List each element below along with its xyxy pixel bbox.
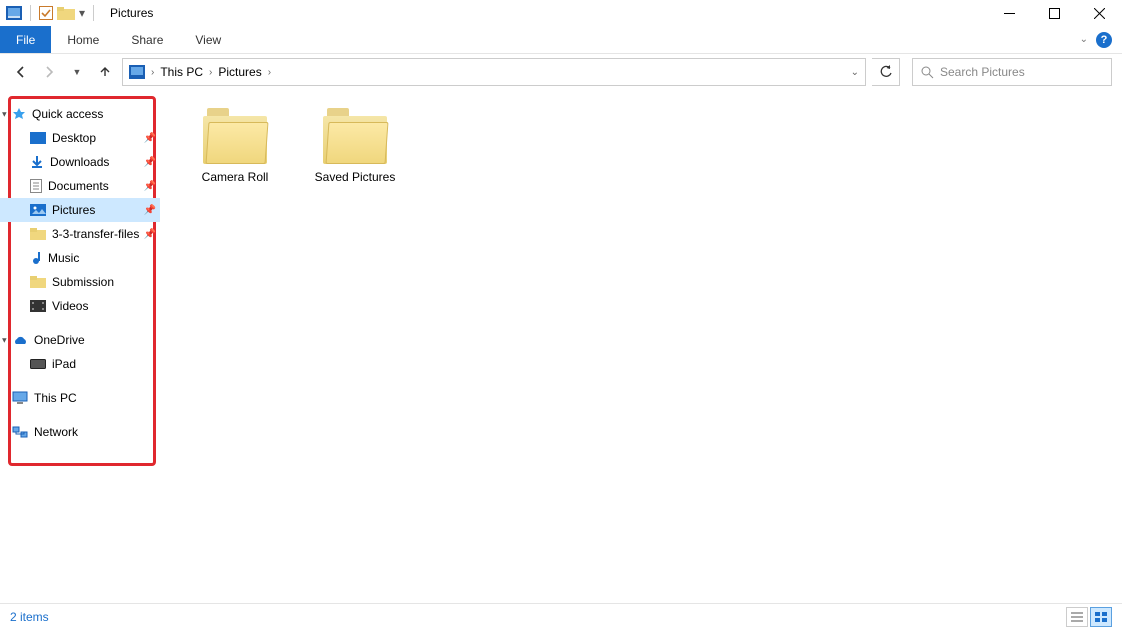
document-icon xyxy=(30,179,42,193)
chevron-right-icon[interactable]: › xyxy=(268,67,271,78)
minimize-button[interactable] xyxy=(987,0,1032,26)
pin-icon: 📌 xyxy=(144,205,156,216)
navigation-pane: ▸ Quick access Desktop 📌 Downloads 📌 Docum… xyxy=(0,90,160,595)
sidebar-item-label: OneDrive xyxy=(34,333,85,347)
sidebar-item-label: Downloads xyxy=(50,155,109,169)
refresh-button[interactable] xyxy=(872,58,900,86)
status-text: 2 items xyxy=(10,610,49,624)
download-icon xyxy=(30,155,44,169)
back-button[interactable] xyxy=(10,61,32,83)
desktop-icon xyxy=(30,132,46,144)
sidebar-quick-access[interactable]: ▸ Quick access xyxy=(0,102,160,126)
chevron-down-icon[interactable]: ▸ xyxy=(0,338,10,343)
recent-dropdown[interactable]: ▼ xyxy=(66,61,88,83)
sidebar-thispc[interactable]: This PC xyxy=(0,386,160,410)
pin-star-icon xyxy=(12,107,26,121)
location-icon xyxy=(129,65,145,79)
status-bar: 2 items xyxy=(0,603,1122,629)
pin-icon: 📌 xyxy=(144,229,156,240)
sidebar-onedrive[interactable]: ▸ OneDrive xyxy=(0,328,160,352)
cloud-icon xyxy=(12,335,28,346)
qat-folder-icon[interactable] xyxy=(57,6,75,20)
breadcrumb-thispc[interactable]: This PC xyxy=(160,65,203,79)
chevron-right-icon[interactable]: › xyxy=(151,67,154,78)
tab-view[interactable]: View xyxy=(179,26,237,53)
sidebar-item-pictures[interactable]: Pictures 📌 xyxy=(0,198,160,222)
address-bar[interactable]: › This PC › Pictures › ⌄ xyxy=(122,58,866,86)
help-icon[interactable]: ? xyxy=(1096,32,1112,48)
video-icon xyxy=(30,300,46,312)
sidebar-item-downloads[interactable]: Downloads 📌 xyxy=(0,150,160,174)
folder-icon xyxy=(30,276,46,288)
pin-icon: 📌 xyxy=(144,181,156,192)
spacer xyxy=(0,376,160,386)
thumbnails-view-button[interactable] xyxy=(1090,607,1112,627)
address-dropdown-icon[interactable]: ⌄ xyxy=(851,67,859,78)
details-view-button[interactable] xyxy=(1066,607,1088,627)
spacer xyxy=(0,318,160,328)
sidebar-network[interactable]: Network xyxy=(0,420,160,444)
sidebar-item-label: Pictures xyxy=(52,203,95,217)
network-icon xyxy=(12,426,28,438)
sidebar-item-documents[interactable]: Documents 📌 xyxy=(0,174,160,198)
sidebar-item-label: Network xyxy=(34,425,78,439)
sidebar-item-videos[interactable]: Videos xyxy=(0,294,160,318)
nav-row: ▼ › This PC › Pictures › ⌄ xyxy=(0,54,1122,90)
spacer xyxy=(0,410,160,420)
content-area[interactable]: Camera Roll Saved Pictures xyxy=(160,90,1122,595)
separator xyxy=(30,5,31,21)
sidebar-item-label: iPad xyxy=(52,357,76,371)
pin-icon: 📌 xyxy=(144,133,156,144)
sidebar-item-submission[interactable]: Submission xyxy=(0,270,160,294)
pin-icon: 📌 xyxy=(144,157,156,168)
window-title: Pictures xyxy=(110,6,153,20)
ribbon-tabs: File Home Share View ⌄ ? xyxy=(0,26,1122,54)
search-input[interactable] xyxy=(940,65,1103,79)
chevron-down-icon[interactable]: ▸ xyxy=(0,112,10,117)
sidebar-item-label: Quick access xyxy=(32,107,103,121)
sidebar-item-label: 3-3-transfer-files xyxy=(52,227,139,241)
ribbon-expand-icon[interactable]: ⌄ xyxy=(1080,34,1088,45)
file-tab[interactable]: File xyxy=(0,26,51,53)
search-box[interactable] xyxy=(912,58,1112,86)
search-icon xyxy=(921,66,934,79)
up-button[interactable] xyxy=(94,61,116,83)
sidebar-item-transfer[interactable]: 3-3-transfer-files 📌 xyxy=(0,222,160,246)
sidebar-item-label: Desktop xyxy=(52,131,96,145)
forward-button[interactable] xyxy=(38,61,60,83)
pc-icon xyxy=(12,391,28,405)
folder-item[interactable]: Camera Roll xyxy=(190,108,280,184)
sidebar-item-desktop[interactable]: Desktop 📌 xyxy=(0,126,160,150)
body-row: ▸ Quick access Desktop 📌 Downloads 📌 Docum… xyxy=(0,90,1122,595)
sidebar-item-label: Videos xyxy=(52,299,88,313)
app-icon xyxy=(6,6,22,20)
sidebar-item-label: Submission xyxy=(52,275,114,289)
separator xyxy=(93,5,94,21)
folder-icon xyxy=(323,108,387,164)
tab-home[interactable]: Home xyxy=(51,26,115,53)
chevron-right-icon[interactable]: › xyxy=(209,67,212,78)
folder-icon xyxy=(203,108,267,164)
folder-icon xyxy=(30,228,46,240)
tab-share[interactable]: Share xyxy=(115,26,179,53)
title-bar: ▾ Pictures xyxy=(0,0,1122,26)
qat-dropdown-icon[interactable]: ▾ xyxy=(79,6,85,20)
sidebar-item-music[interactable]: Music xyxy=(0,246,160,270)
maximize-button[interactable] xyxy=(1032,0,1077,26)
pictures-icon xyxy=(30,204,46,216)
music-icon xyxy=(30,251,42,265)
sidebar-item-label: Music xyxy=(48,251,79,265)
device-icon xyxy=(30,359,46,369)
folder-item[interactable]: Saved Pictures xyxy=(310,108,400,184)
qat-check-icon[interactable] xyxy=(39,6,53,20)
breadcrumb-pictures[interactable]: Pictures xyxy=(218,65,261,79)
close-button[interactable] xyxy=(1077,0,1122,26)
sidebar-item-label: Documents xyxy=(48,179,109,193)
sidebar-item-label: This PC xyxy=(34,391,77,405)
folder-label: Camera Roll xyxy=(202,170,269,184)
folder-label: Saved Pictures xyxy=(315,170,396,184)
sidebar-item-ipad[interactable]: iPad xyxy=(0,352,160,376)
